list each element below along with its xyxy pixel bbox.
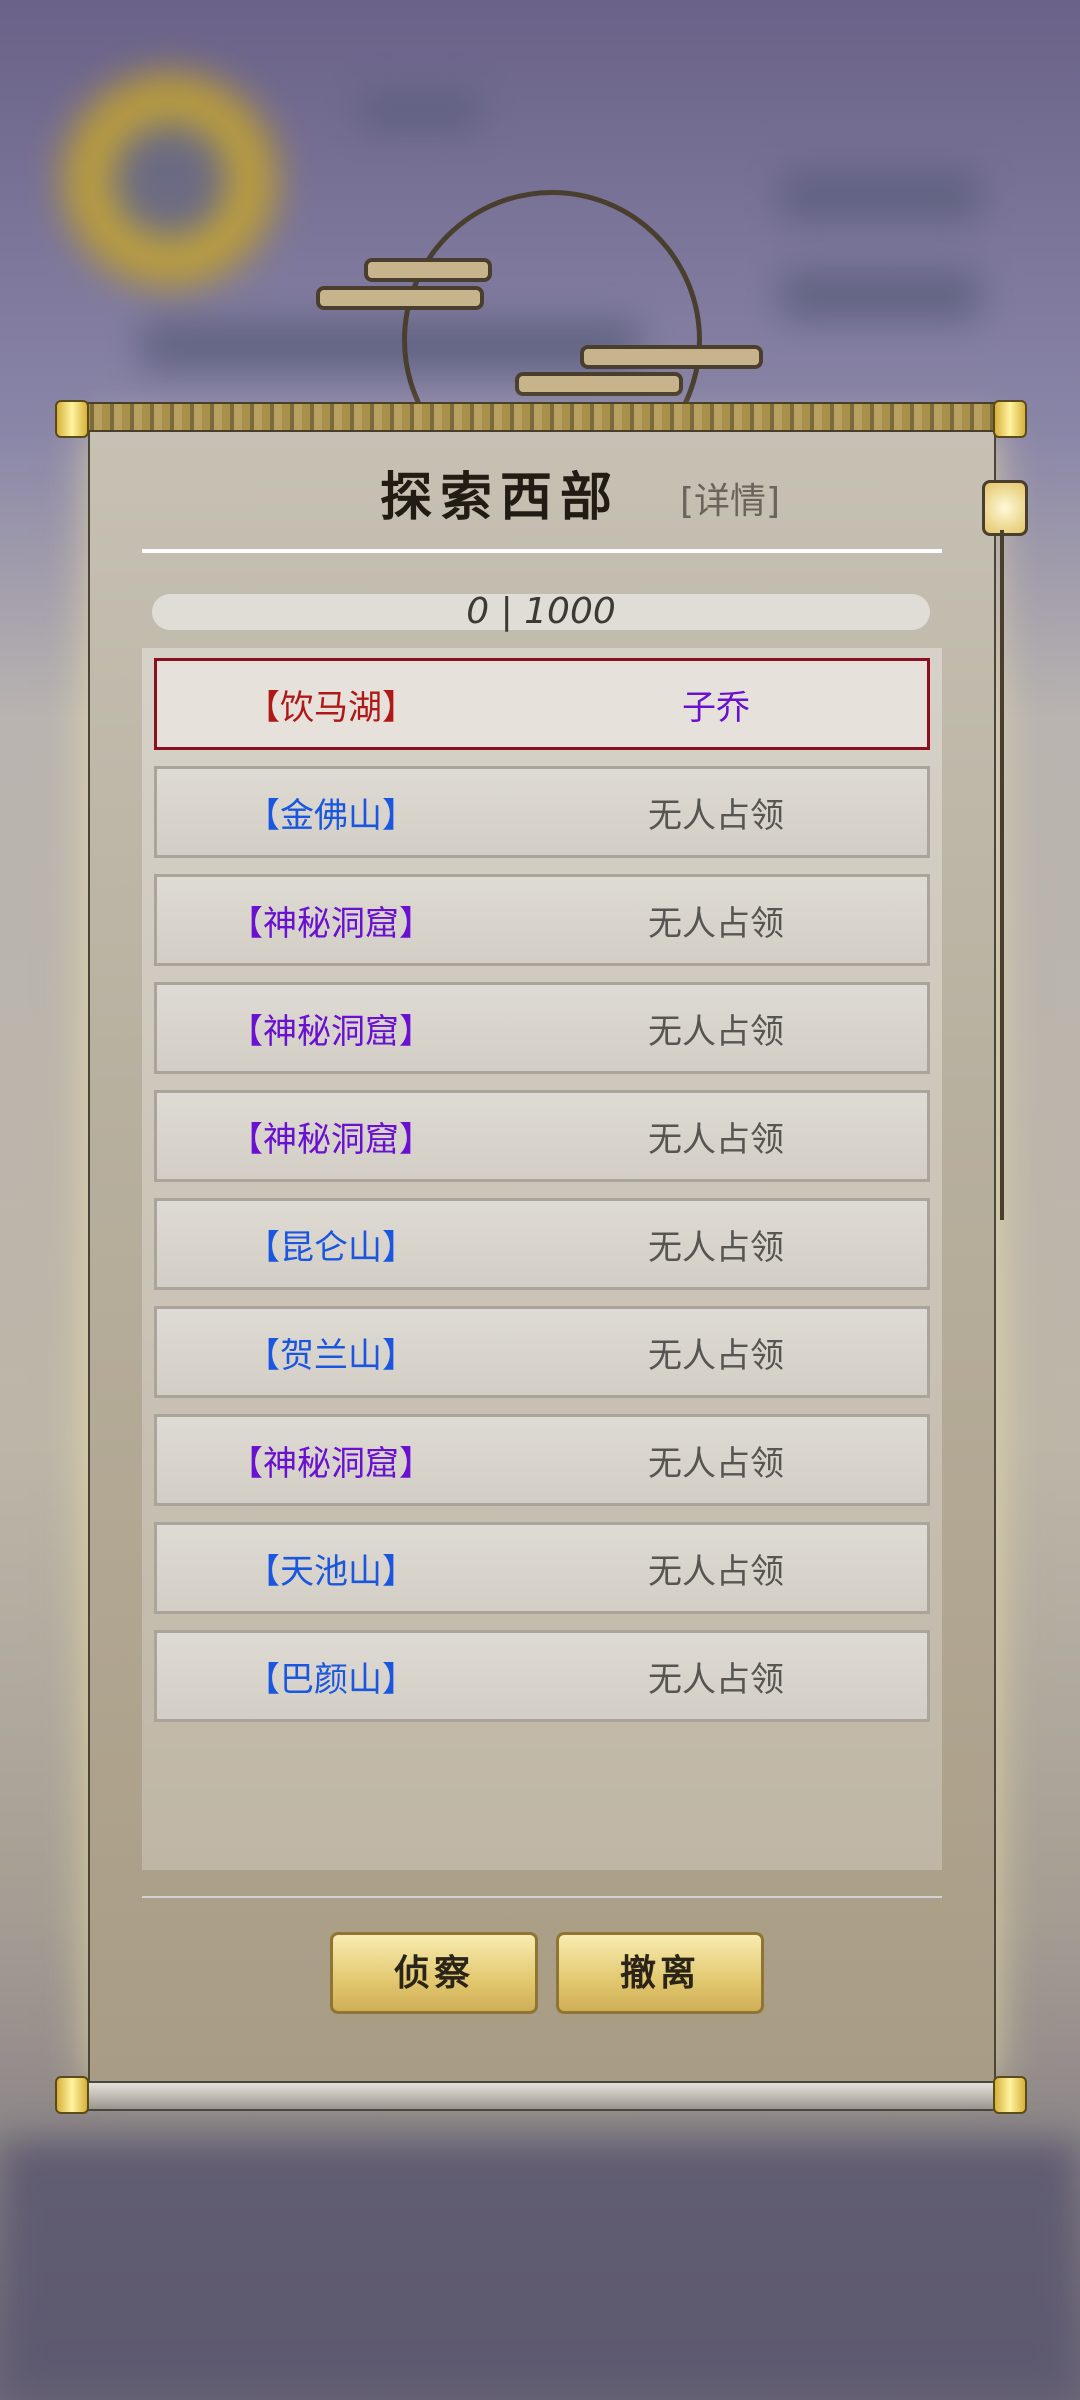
scroll-knob <box>55 400 89 438</box>
territory-name: 【神秘洞窟】 <box>229 1011 433 1052</box>
scroll-knob <box>993 2076 1027 2114</box>
territory-row[interactable]: 【贺兰山】 无人占领 <box>154 1306 930 1398</box>
cloud-decoration <box>364 258 492 282</box>
scroll-knob <box>55 2076 89 2114</box>
exploration-progress: 0 | 1000 <box>152 594 930 630</box>
territory-name: 【神秘洞窟】 <box>229 1119 433 1160</box>
territory-name: 【天池山】 <box>246 1551 416 1592</box>
bottom-divider <box>142 1896 942 1898</box>
territory-owner: 无人占领 <box>648 903 784 944</box>
territory-owner: 子乔 <box>682 687 750 728</box>
territory-row[interactable]: 【昆仑山】 无人占领 <box>154 1198 930 1290</box>
title-divider <box>142 549 942 553</box>
detail-link[interactable]: [详情] <box>680 472 780 524</box>
territory-name: 【昆仑山】 <box>246 1227 416 1268</box>
cloud-decoration <box>580 345 763 369</box>
territory-row[interactable]: 【饮马湖】 子乔 <box>154 658 930 750</box>
territory-owner: 无人占领 <box>648 1335 784 1376</box>
territory-row[interactable]: 【神秘洞窟】 无人占领 <box>154 982 930 1074</box>
scroll-bottom-rod <box>60 2081 1014 2111</box>
withdraw-button[interactable]: 撤离 <box>556 1932 764 2014</box>
territory-owner: 无人占领 <box>648 1659 784 1700</box>
territory-row[interactable]: 【天池山】 无人占领 <box>154 1522 930 1614</box>
territory-row[interactable]: 【神秘洞窟】 无人占领 <box>154 1414 930 1506</box>
territory-row[interactable]: 【神秘洞窟】 无人占领 <box>154 1090 930 1182</box>
territory-owner: 无人占领 <box>648 1227 784 1268</box>
territory-owner: 无人占领 <box>648 1551 784 1592</box>
territory-name: 【神秘洞窟】 <box>229 903 433 944</box>
background-bottom-nav <box>0 2140 1080 2400</box>
territory-owner: 无人占领 <box>648 1443 784 1484</box>
territory-owner: 无人占领 <box>648 795 784 836</box>
territory-owner: 无人占领 <box>648 1119 784 1160</box>
scroll-top-rod <box>60 402 1014 432</box>
territory-name: 【贺兰山】 <box>246 1335 416 1376</box>
territory-owner: 无人占领 <box>648 1011 784 1052</box>
territory-name: 【巴颜山】 <box>246 1659 416 1700</box>
territory-row[interactable]: 【金佛山】 无人占领 <box>154 766 930 858</box>
cloud-decoration <box>515 372 683 396</box>
scout-button[interactable]: 侦察 <box>330 1932 538 2014</box>
territory-name: 【饮马湖】 <box>246 687 416 728</box>
background-bar <box>360 90 480 130</box>
background-bar <box>780 170 980 220</box>
lantern-icon <box>978 470 1028 1220</box>
background-avatar <box>60 70 280 290</box>
page-title: 探索西部 <box>380 467 621 528</box>
background-bar <box>780 270 980 320</box>
territory-name: 【神秘洞窟】 <box>229 1443 433 1484</box>
territory-list: 【饮马湖】 子乔 【金佛山】 无人占领 【神秘洞窟】 无人占领 【神秘洞窟】 无… <box>142 648 942 1870</box>
territory-row[interactable]: 【神秘洞窟】 无人占领 <box>154 874 930 966</box>
cloud-decoration <box>316 286 484 310</box>
territory-name: 【金佛山】 <box>246 795 416 836</box>
territory-row[interactable]: 【巴颜山】 无人占领 <box>154 1630 930 1722</box>
scroll-knob <box>993 400 1027 438</box>
